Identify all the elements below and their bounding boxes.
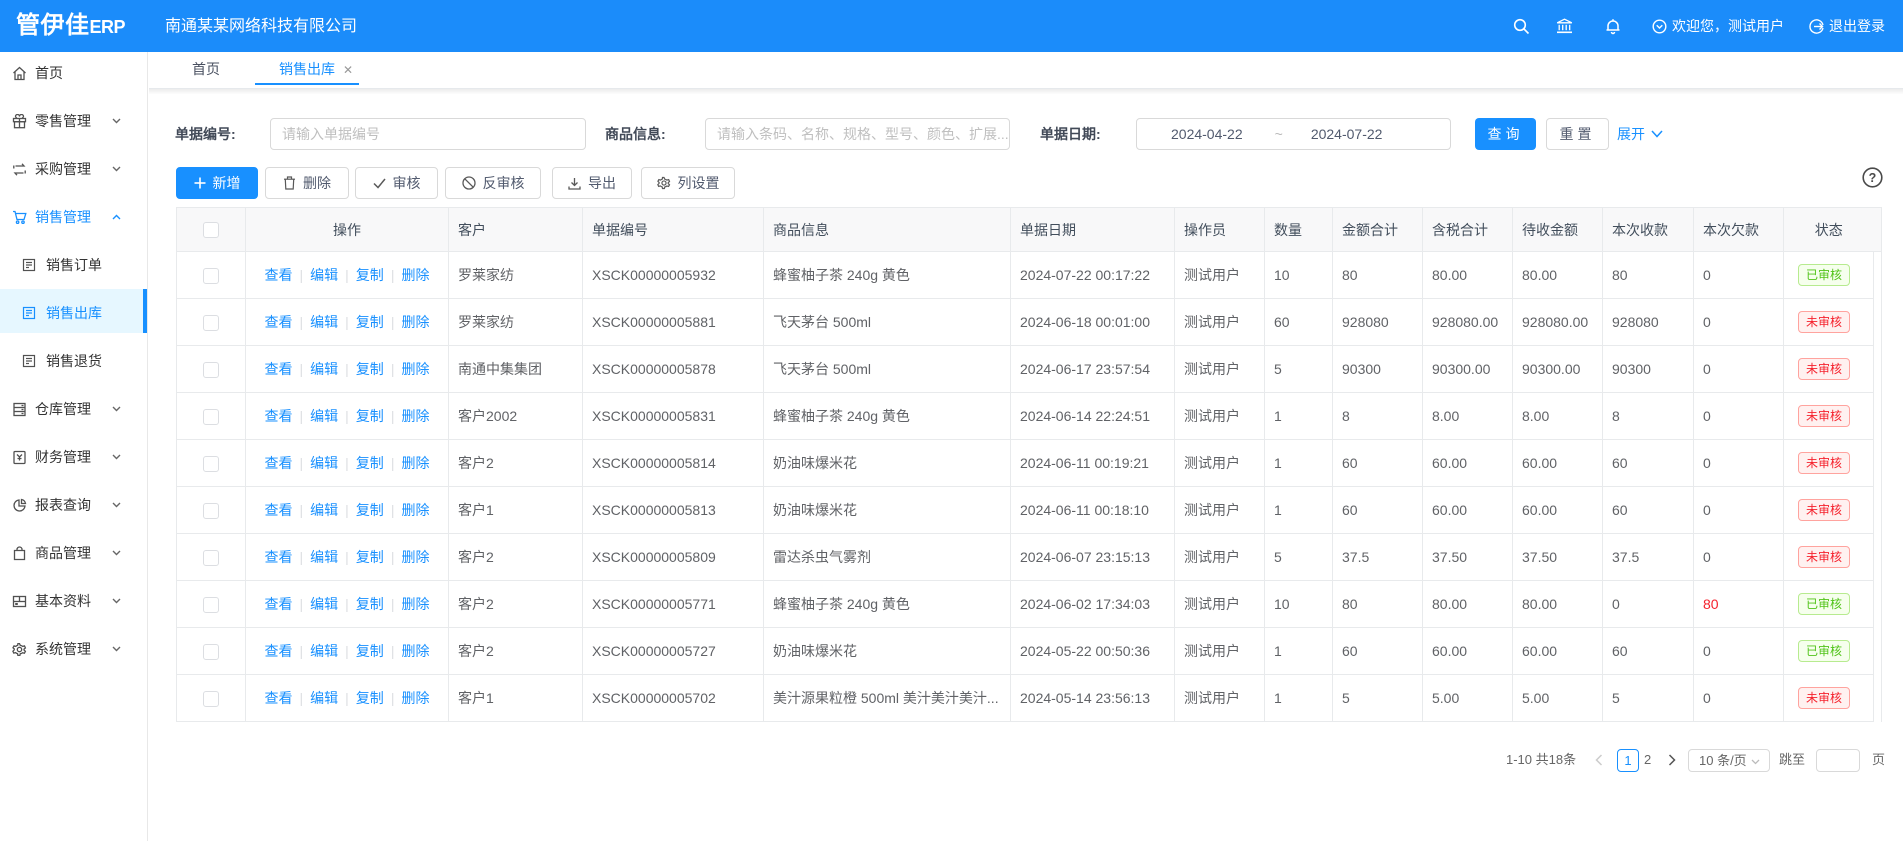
- svg-text:?: ?: [1869, 171, 1877, 185]
